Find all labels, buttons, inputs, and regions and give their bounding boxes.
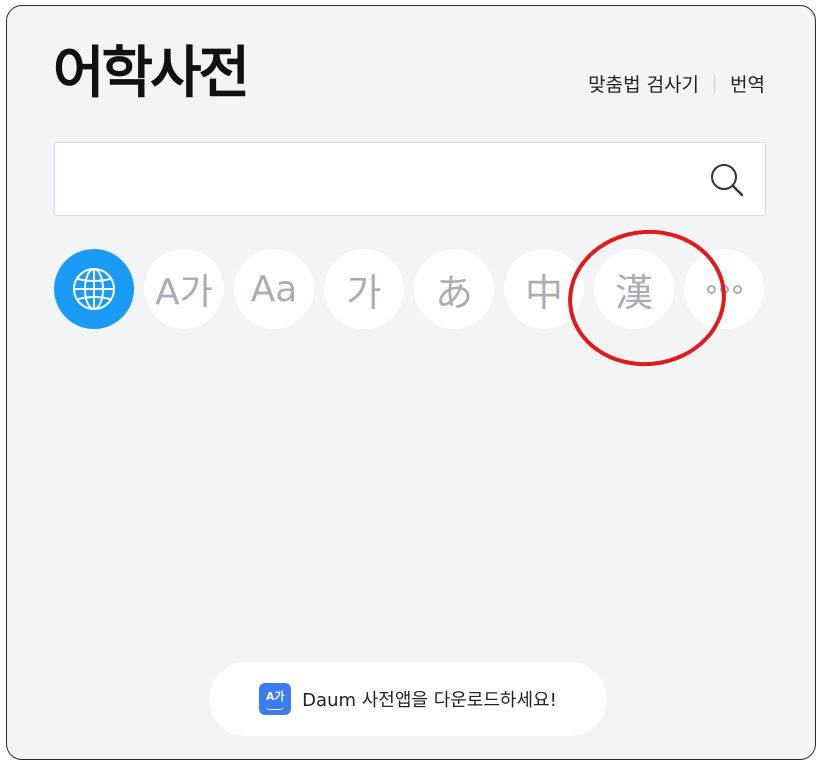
app-download-text: Daum 사전앱을 다운로드하세요!	[302, 690, 557, 711]
app-download-banner[interactable]: A가 Daum 사전앱을 다운로드하세요!	[209, 662, 607, 736]
top-links: 맞춤법 검사기 번역	[588, 70, 765, 97]
search-icon	[711, 164, 744, 197]
page-title: 어학사전	[53, 41, 250, 106]
lang-chinese-label: 中	[524, 270, 563, 315]
search-input[interactable]	[69, 157, 693, 203]
lang-korean-label: 가	[346, 270, 382, 315]
link-divider	[714, 74, 716, 93]
lang-korean-button[interactable]: 가	[324, 249, 404, 329]
app-icon-text: A가	[265, 690, 285, 703]
search-box	[54, 142, 766, 216]
lang-more-button[interactable]	[684, 249, 764, 329]
lang-japanese-label: あ	[434, 270, 473, 315]
dictionary-app-icon: A가	[259, 683, 292, 715]
lang-hanja-label: 漢	[614, 270, 653, 315]
lang-english-korean-label: A가	[155, 272, 213, 313]
language-selector: A가 Aa 가 あ 中 漢	[54, 249, 764, 329]
dictionary-panel: 어학사전 맞춤법 검사기 번역 A가 Aa 가 あ 中 漢 A가 Daum 사전…	[6, 5, 816, 760]
lang-chinese-button[interactable]: 中	[504, 249, 584, 329]
more-dots-icon	[706, 284, 742, 294]
lang-japanese-button[interactable]: あ	[414, 249, 494, 329]
lang-english-button[interactable]: Aa	[234, 249, 314, 329]
spell-checker-link[interactable]: 맞춤법 검사기	[588, 70, 699, 97]
lang-english-label: Aa	[250, 268, 298, 310]
search-button[interactable]	[707, 160, 747, 200]
lang-english-korean-button[interactable]: A가	[144, 249, 224, 329]
lang-hanja-button[interactable]: 漢	[594, 249, 674, 329]
translate-link[interactable]: 번역	[730, 70, 765, 97]
lang-all-button[interactable]	[54, 249, 134, 329]
globe-icon	[73, 268, 115, 310]
